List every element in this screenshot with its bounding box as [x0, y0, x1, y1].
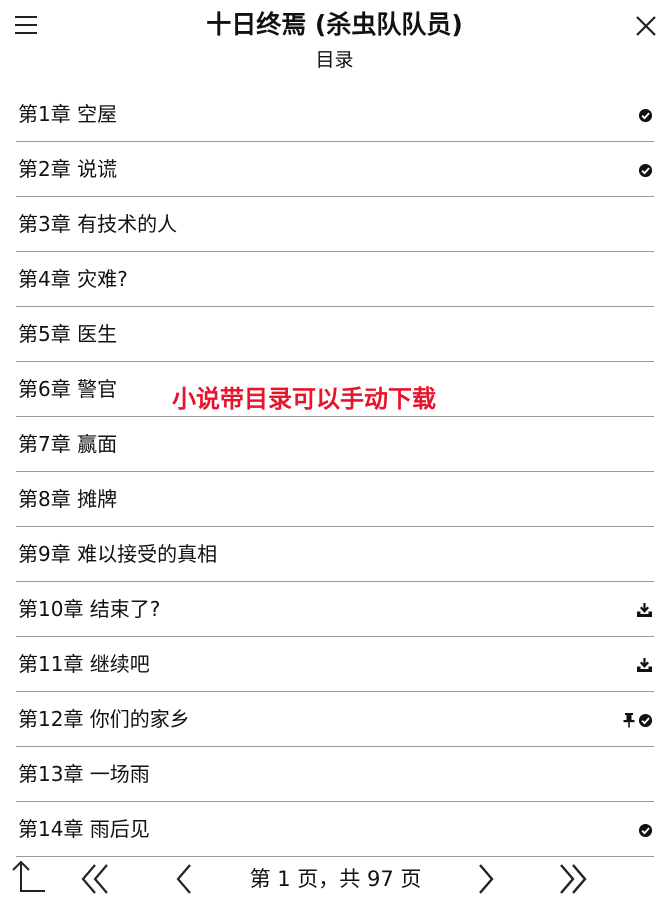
chapter-title: 第8章 摊牌 — [18, 487, 118, 511]
chapter-title: 第1章 空屋 — [18, 102, 118, 126]
chapter-title: 第9章 难以接受的真相 — [18, 542, 218, 566]
chapter-status — [622, 712, 653, 728]
previous-page-icon[interactable] — [168, 860, 206, 898]
chapter-row[interactable]: 第1章 空屋 — [16, 87, 654, 142]
overlay-caption: 小说带目录可以手动下载 — [172, 385, 436, 413]
read-check-icon — [638, 163, 653, 178]
header: 十日终焉 (杀虫队队员) 目录 — [0, 0, 669, 80]
pin-icon — [622, 712, 636, 728]
chapter-list: 第1章 空屋 第2章 说谎第3章 有技术的人 第4章 灾难? 第5章 医生 第6章 警官… — [16, 87, 654, 857]
chapter-row[interactable]: 第5章 医生 — [16, 307, 654, 362]
book-title: 十日终焉 (杀虫队队员) — [206, 10, 463, 39]
read-check-icon — [638, 823, 653, 838]
chapter-row[interactable]: 第13章 一场雨 — [16, 747, 654, 802]
read-check-icon — [638, 108, 653, 123]
chapter-row[interactable]: 第14章 雨后见 — [16, 802, 654, 857]
go-up-icon[interactable] — [8, 860, 46, 898]
pagination-bar: 第 1 页，共 97 页 — [0, 852, 669, 902]
chapter-row[interactable]: 第11章 继续吧 — [16, 637, 654, 692]
chapter-title: 第3章 有技术的人 — [18, 212, 178, 236]
chapter-status — [638, 822, 653, 838]
toc-subtitle: 目录 — [315, 49, 354, 71]
chapter-row[interactable]: 第3章 有技术的人 — [16, 197, 654, 252]
chapter-row[interactable]: 第8章 摊牌 — [16, 472, 654, 527]
chapter-row[interactable]: 第9章 难以接受的真相 — [16, 527, 654, 582]
download-icon[interactable] — [636, 602, 653, 618]
page-indicator: 第 1 页，共 97 页 — [249, 867, 422, 891]
chapter-title: 第11章 继续吧 — [18, 652, 150, 676]
close-icon[interactable] — [633, 13, 659, 39]
chapter-row[interactable]: 第12章 你们的家乡 — [16, 692, 654, 747]
chapter-title: 第10章 结束了? — [18, 597, 161, 621]
download-icon[interactable] — [636, 657, 653, 673]
chapter-title: 第7章 赢面 — [18, 432, 118, 456]
chapter-title: 第2章 说谎 — [18, 157, 118, 181]
chapter-title: 第13章 一场雨 — [18, 762, 150, 786]
next-page-icon[interactable] — [468, 860, 506, 898]
chapter-status — [636, 657, 653, 673]
chapter-row[interactable]: 第2章 说谎 — [16, 142, 654, 197]
first-page-icon[interactable] — [78, 860, 116, 898]
last-page-icon[interactable] — [552, 860, 590, 898]
chapter-row[interactable]: 第10章 结束了? — [16, 582, 654, 637]
chapter-title: 第5章 医生 — [18, 322, 118, 346]
chapter-status — [636, 602, 653, 618]
chapter-title: 第14章 雨后见 — [18, 817, 150, 841]
chapter-row[interactable]: 第4章 灾难? — [16, 252, 654, 307]
read-check-icon — [638, 713, 653, 728]
chapter-title: 第4章 灾难? — [18, 267, 128, 291]
chapter-status — [638, 107, 653, 123]
chapter-title: 第12章 你们的家乡 — [18, 707, 190, 731]
chapter-row[interactable]: 第7章 赢面 — [16, 417, 654, 472]
chapter-status — [638, 162, 653, 178]
chapter-title: 第6章 警官 — [18, 377, 118, 401]
